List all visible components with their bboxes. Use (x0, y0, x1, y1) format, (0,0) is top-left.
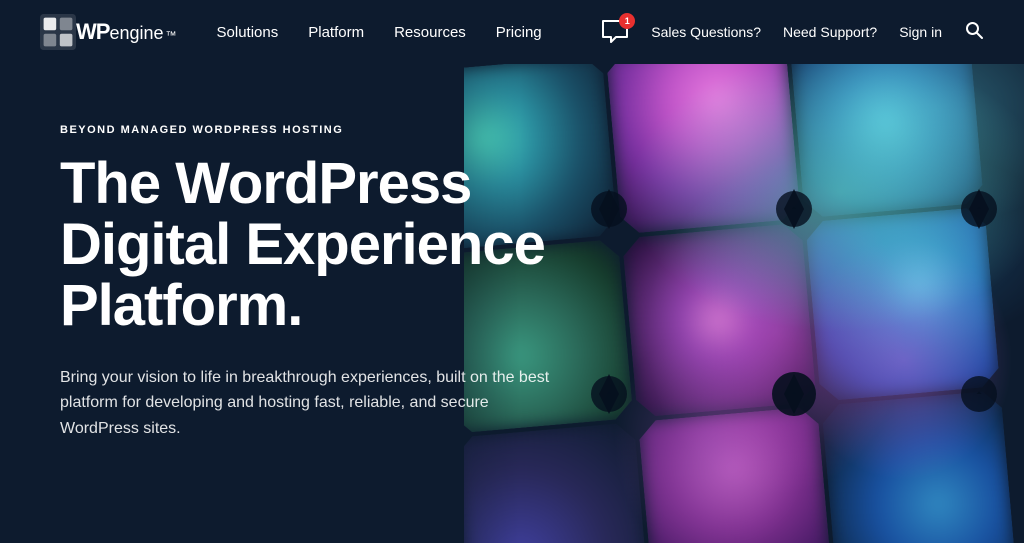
nav-pricing[interactable]: Pricing (496, 24, 542, 41)
nav-links: Solutions Platform Resources Pricing (217, 24, 602, 41)
logo-engine-text: engine (109, 23, 163, 44)
sign-in-link[interactable]: Sign in (899, 24, 942, 40)
navbar: WPengine ™ Solutions Platform Resources … (0, 0, 1024, 64)
chat-icon-wrapper[interactable]: 1 (601, 19, 629, 45)
search-icon (964, 20, 984, 40)
logo-trademark: ™ (166, 30, 177, 42)
hero-eyebrow: BEYOND MANAGED WORDPRESS HOSTING (60, 124, 600, 136)
nav-solutions[interactable]: Solutions (217, 24, 279, 41)
logo-icon (40, 14, 76, 50)
need-support-link[interactable]: Need Support? (783, 24, 877, 40)
hero-subtitle: Bring your vision to life in breakthroug… (60, 365, 560, 442)
chat-badge: 1 (619, 13, 635, 29)
hero-section: BEYOND MANAGED WORDPRESS HOSTING The Wor… (0, 64, 1024, 543)
hero-title: The WordPress Digital Experience Platfor… (60, 154, 600, 337)
hero-content: BEYOND MANAGED WORDPRESS HOSTING The Wor… (0, 64, 640, 481)
logo-wp-text: WP (76, 19, 109, 45)
logo[interactable]: WPengine ™ (40, 14, 177, 50)
search-button[interactable] (964, 20, 984, 45)
sales-questions-link[interactable]: Sales Questions? (651, 24, 761, 40)
nav-platform[interactable]: Platform (308, 24, 364, 41)
nav-right: 1 Sales Questions? Need Support? Sign in (601, 19, 984, 45)
nav-resources[interactable]: Resources (394, 24, 466, 41)
